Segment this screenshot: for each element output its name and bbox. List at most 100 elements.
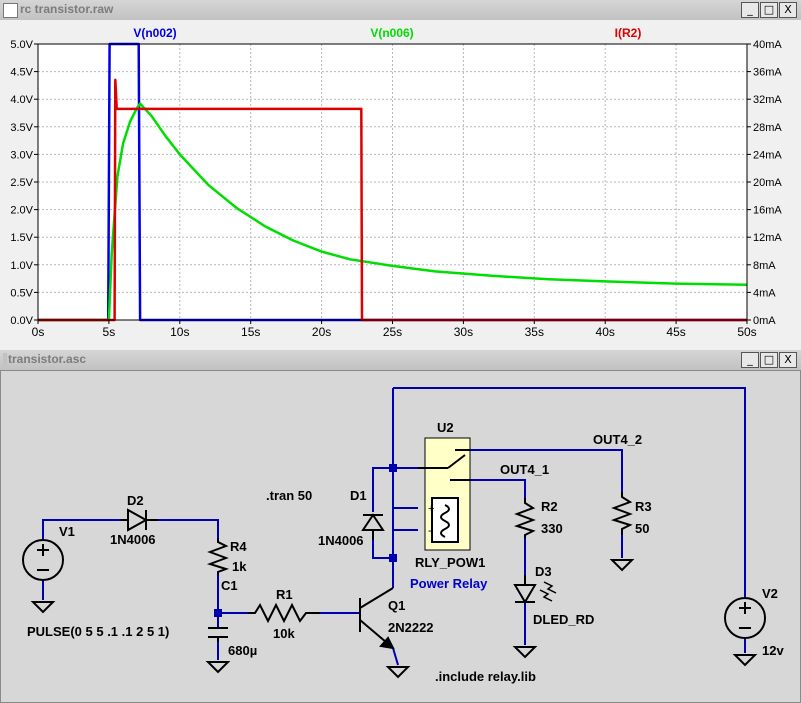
include-directive[interactable]: .include relay.lib [435, 669, 536, 684]
schematic-icon [3, 353, 7, 366]
y-left-tick-label: 5.0V [10, 39, 33, 51]
y-right-tick-label: 12mA [753, 232, 782, 244]
d1-label: D1 [350, 488, 367, 503]
schematic-drawing[interactable]: + - V1 PULSE(0 5 5 .1 .1 2 5 1) D2 1N400… [0, 370, 801, 703]
ground-symbol [611, 559, 633, 571]
y-left-tick-label: 1.0V [10, 260, 33, 272]
r2-resistor[interactable] [513, 498, 536, 538]
u2-value-label: RLY_POW1 [415, 555, 485, 570]
y-right-tick-label: 20mA [753, 177, 782, 189]
ground-symbol [387, 666, 409, 678]
r4-value-label: 1k [232, 559, 247, 574]
v2-voltage-source[interactable] [724, 597, 766, 639]
out4-1-net-label: OUT4_1 [500, 462, 549, 477]
x-tick-label: 5s [103, 325, 116, 339]
r3-value-label: 50 [635, 521, 649, 536]
y-left-tick-label: 4.5V [10, 67, 33, 79]
legend-i-r2[interactable]: I(R2) [615, 26, 642, 40]
waveform-icon [3, 3, 18, 18]
r2-label: R2 [541, 499, 558, 514]
y-right-tick-label: 40mA [753, 39, 782, 51]
q1-transistor[interactable] [359, 587, 395, 650]
u2-label: U2 [437, 420, 454, 435]
y-left-tick-label: 2.0V [10, 205, 33, 217]
schematic-window-titlebar[interactable]: transistor.asc _ □ X [0, 350, 801, 371]
q1-value-label: 2N2222 [388, 620, 434, 635]
x-tick-label: 35s [525, 325, 544, 339]
y-left-tick-label: 4.0V [10, 94, 33, 106]
c1-capacitor[interactable] [208, 627, 228, 642]
ground-symbol [207, 661, 229, 673]
out4-2-net-label: OUT4_2 [593, 432, 642, 447]
waveform-plot-pane[interactable]: 0s 5s 10s 15s 20s 25s 30s 35s 40s 45s 50s 0.0V 0.5V 1… [0, 20, 801, 350]
r1-resistor[interactable] [248, 602, 320, 624]
r3-resistor[interactable] [610, 492, 633, 535]
r2-value-label: 330 [541, 521, 563, 536]
x-tick-label: 50s [737, 325, 756, 339]
y-right-tick-label: 4mA [753, 287, 776, 299]
x-tick-label: 30s [454, 325, 473, 339]
d1-value-label: 1N4006 [318, 533, 364, 548]
d2-diode[interactable] [120, 508, 158, 532]
d1-diode[interactable] [361, 513, 385, 540]
v2-label: V2 [762, 586, 778, 601]
c1-value-label: 680µ [228, 643, 257, 658]
q1-label: Q1 [388, 598, 405, 613]
schematic-canvas[interactable]: + - V1 PULSE(0 5 5 .1 .1 2 5 1) D2 1N400… [0, 370, 801, 703]
x-tick-label: 0s [32, 325, 45, 339]
restore-button[interactable]: □ [760, 2, 778, 18]
y-left-tick-label: 3.5V [10, 122, 33, 134]
u2-power-relay[interactable]: + - [418, 437, 471, 551]
d2-label: D2 [127, 493, 144, 508]
d3-label: D3 [535, 564, 552, 579]
v1-voltage-source[interactable] [22, 539, 64, 581]
r4-resistor[interactable] [206, 538, 230, 575]
x-tick-label: 45s [666, 325, 685, 339]
u2-description-label: Power Relay [410, 576, 488, 591]
r3-label: R3 [635, 499, 652, 514]
v2-value-label: 12v [762, 643, 784, 658]
restore-button[interactable]: □ [760, 352, 778, 368]
d2-value-label: 1N4006 [110, 532, 156, 547]
svg-text:+: + [428, 503, 434, 515]
plot-window-titlebar[interactable]: rc transistor.raw _ □ X [0, 0, 801, 21]
close-button[interactable]: X [779, 2, 797, 18]
c1-label: C1 [221, 578, 238, 593]
x-tick-label: 40s [596, 325, 615, 339]
y-right-tick-label: 16mA [753, 205, 782, 217]
ground-symbol [514, 646, 536, 658]
ground-symbol [734, 654, 756, 666]
y-left-tick-label: 0.0V [10, 315, 33, 327]
y-left-tick-label: 3.0V [10, 149, 33, 161]
svg-text:-: - [428, 525, 432, 537]
x-tick-label: 15s [241, 325, 260, 339]
y-right-tick-label: 28mA [753, 122, 782, 134]
y-right-tick-label: 8mA [753, 260, 776, 272]
x-tick-label: 25s [383, 325, 402, 339]
legend-v-n006[interactable]: V(n006) [370, 26, 413, 40]
y-left-tick-label: 0.5V [10, 287, 33, 299]
r1-label: R1 [276, 587, 293, 602]
y-right-tick-label: 32mA [753, 94, 782, 106]
v1-label: V1 [59, 524, 75, 539]
minimize-button[interactable]: _ [741, 352, 759, 368]
y-right-tick-label: 0mA [753, 315, 776, 327]
d3-led[interactable] [513, 575, 557, 604]
d3-value-label: DLED_RD [533, 612, 594, 627]
x-tick-label: 20s [312, 325, 331, 339]
schematic-window-title: transistor.asc [8, 352, 87, 366]
y-left-tick-label: 2.5V [10, 177, 33, 189]
legend-v-n002[interactable]: V(n002) [133, 26, 176, 40]
r1-value-label: 10k [273, 626, 295, 641]
y-right-tick-label: 36mA [753, 67, 782, 79]
v1-value-label: PULSE(0 5 5 .1 .1 2 5 1) [27, 624, 169, 639]
plot-window-title: rc transistor.raw [20, 2, 114, 16]
ground-symbol [32, 601, 54, 613]
waveform-chart[interactable]: 0s 5s 10s 15s 20s 25s 30s 35s 40s 45s 50s 0.0V 0.5V 1… [0, 20, 801, 350]
x-tick-label: 10s [170, 325, 189, 339]
y-right-tick-label: 24mA [753, 149, 782, 161]
close-button[interactable]: X [779, 352, 797, 368]
minimize-button[interactable]: _ [741, 2, 759, 18]
tran-directive[interactable]: .tran 50 [266, 488, 312, 503]
r4-label: R4 [230, 539, 247, 554]
